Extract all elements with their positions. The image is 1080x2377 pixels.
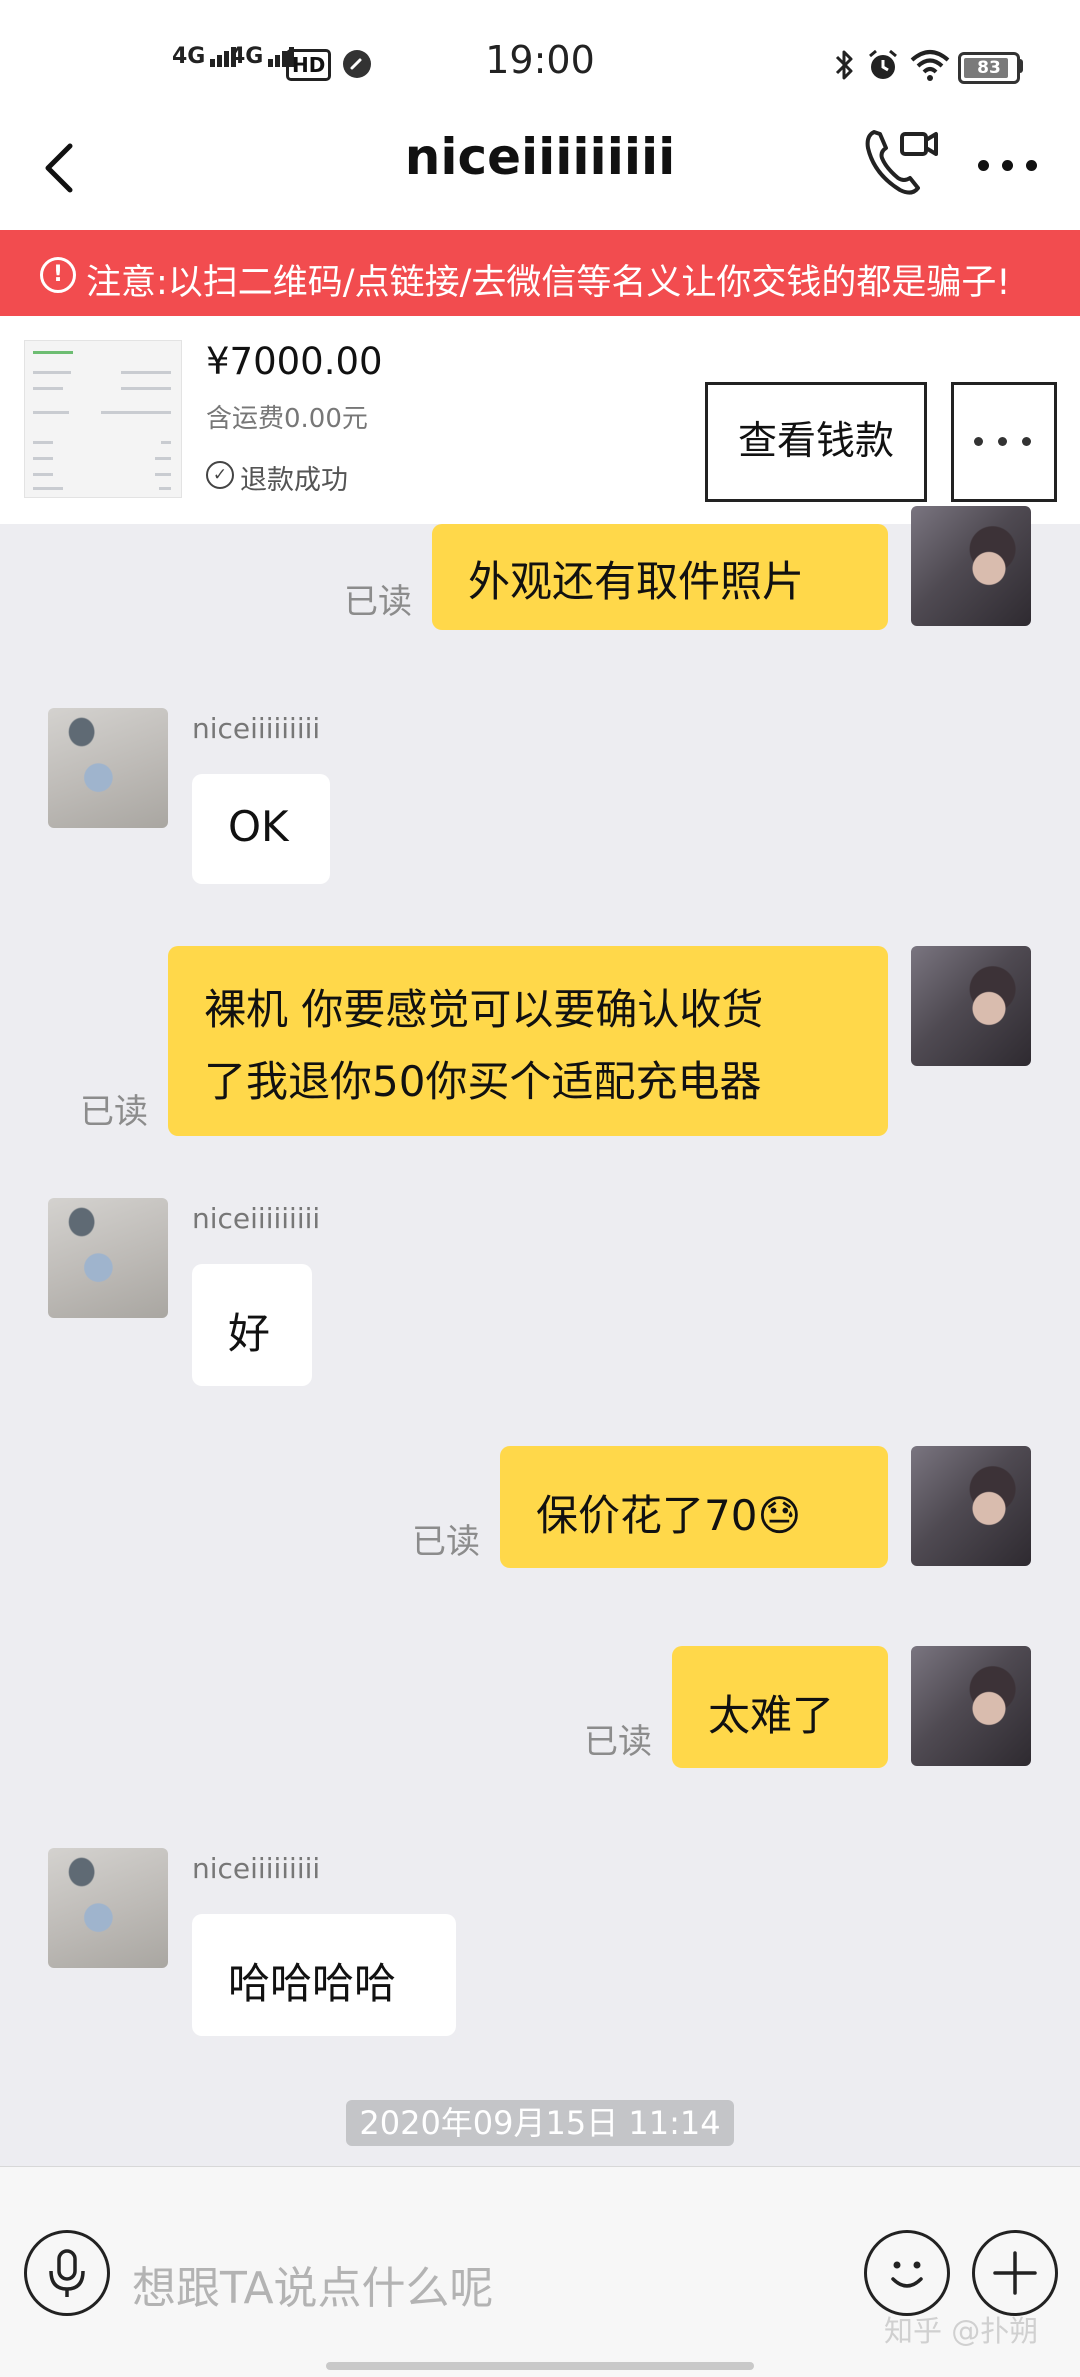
voice-video-call-icon[interactable] [860, 124, 940, 204]
battery-level: 83 [977, 58, 1001, 78]
battery-icon: 83 [958, 52, 1020, 84]
refund-status: 退款成功 [240, 465, 348, 496]
hd-label: HD [292, 53, 326, 77]
my-avatar[interactable] [911, 506, 1031, 626]
plus-button[interactable] [972, 2230, 1058, 2316]
read-receipt: 已读 [584, 1722, 652, 1762]
message-text: 外观还有取件照片 [468, 557, 805, 606]
more-dots-icon[interactable] [976, 154, 1040, 178]
product-price: ¥7000.00 [206, 340, 383, 383]
emoji-button[interactable] [864, 2230, 950, 2316]
hd-voice-icon: HD [286, 49, 332, 81]
plus-icon [993, 2251, 1037, 2295]
sender-name: niceiiiiiiiii [192, 1202, 321, 1235]
zhihu-watermark: 知乎 @扑朔 [884, 2314, 1039, 2348]
shipping-fee: 含运费0.00元 [206, 404, 368, 434]
message-bubble-theirs[interactable]: 好 [192, 1264, 312, 1386]
message-text-line-1: 裸机 你要感觉可以要确认收货 [204, 985, 764, 1034]
contact-avatar[interactable] [48, 708, 168, 828]
emoji-icon [891, 2261, 923, 2288]
read-receipt: 已读 [344, 582, 412, 622]
my-avatar[interactable] [911, 1646, 1031, 1766]
read-receipt: 已读 [80, 1092, 148, 1132]
bluetooth-icon [834, 48, 856, 86]
warning-icon: ! [40, 257, 76, 293]
signal-1: 4G [172, 44, 238, 69]
voice-button[interactable] [24, 2230, 110, 2316]
check-circle-icon: ✓ [206, 461, 234, 489]
message-input[interactable]: 想跟TA说点什么呢 [132, 2252, 494, 2316]
message-text: 太难了 [708, 1691, 835, 1740]
back-arrow-icon[interactable] [36, 138, 86, 198]
warning-text: 注意:以扫二维码/点链接/去微信等名义让你交钱的都是骗子! [86, 263, 1011, 303]
microphone-icon [49, 2249, 85, 2297]
clock: 19:00 [485, 38, 595, 82]
network-type-1: 4G [172, 44, 206, 69]
message-bubble-theirs[interactable]: OK [192, 774, 330, 884]
message-text: 好 [228, 1309, 271, 1358]
contact-avatar[interactable] [48, 1848, 168, 1968]
data-saver-icon [343, 50, 371, 78]
sender-name: niceiiiiiiiii [192, 1852, 321, 1885]
message-text-content: 保价花了70 [536, 1491, 758, 1540]
message-bubble-mine[interactable]: 太难了 [672, 1646, 888, 1768]
wifi-icon [910, 48, 950, 86]
view-payment-button[interactable]: 查看钱款 [705, 382, 927, 502]
message-text: OK [228, 802, 289, 851]
product-thumbnail[interactable] [24, 340, 182, 498]
my-avatar[interactable] [911, 1446, 1031, 1566]
chat-title: niceiiiiiiiii [404, 128, 676, 186]
message-text: 哈哈哈哈 [228, 1959, 397, 2008]
timestamp-badge: 2020年09月15日 11:14 [346, 2100, 734, 2146]
sender-name: niceiiiiiiiii [192, 712, 321, 745]
my-avatar[interactable] [911, 946, 1031, 1066]
alarm-icon [866, 48, 900, 86]
message-text-line-2: 了我退你50你买个适配充电器 [204, 1057, 762, 1106]
product-more-button[interactable] [951, 382, 1057, 502]
more-dots-icon [974, 437, 1034, 447]
sweat-emoji-icon: 😓 [757, 1491, 802, 1540]
message-bubble-mine[interactable]: 裸机 你要感觉可以要确认收货 了我退你50你买个适配充电器 [168, 946, 888, 1136]
message-text: 保价花了70😓 [536, 1482, 801, 1543]
contact-avatar[interactable] [48, 1198, 168, 1318]
network-type-2: 4G [230, 44, 264, 69]
message-bubble-mine[interactable]: 外观还有取件照片 [432, 524, 888, 630]
home-indicator[interactable] [326, 2362, 754, 2370]
message-bubble-mine[interactable]: 保价花了70😓 [500, 1446, 888, 1568]
battery-tip [1018, 59, 1023, 73]
message-bubble-theirs[interactable]: 哈哈哈哈 [192, 1914, 456, 2036]
read-receipt: 已读 [412, 1522, 480, 1562]
